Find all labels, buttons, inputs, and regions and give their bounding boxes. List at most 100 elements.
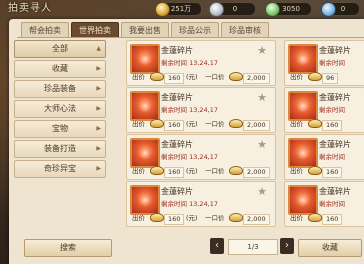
chevron-right-icon: ▶ xyxy=(96,85,101,92)
category-equipment-forging-label: 装备打造 xyxy=(44,144,76,153)
price-row: 出价 160 xyxy=(288,166,364,178)
remaining-time: 剩余时间 xyxy=(319,106,345,114)
bid-label: 出价 xyxy=(290,73,303,81)
item-icon xyxy=(130,138,160,168)
buyout-price: 2,000 xyxy=(243,167,270,178)
category-rare-equipment[interactable]: 珍品装备 ▶ xyxy=(14,80,106,98)
price-row: 出价 160 (元) 一口价 2,000 xyxy=(130,213,272,225)
favorites-button[interactable]: 收藏 xyxy=(298,239,362,257)
tab-treasure-review[interactable]: 珍品审核 xyxy=(221,22,269,38)
chevron-left-icon: ‹ xyxy=(215,240,219,251)
price-row: 出价 160 xyxy=(288,119,364,131)
bid-price: 160 xyxy=(164,73,185,84)
remaining-time: 剩余时间 13,24,17 xyxy=(161,200,219,208)
ingot-icon xyxy=(308,72,322,81)
tab-world-auction[interactable]: 世界拍卖 xyxy=(71,22,119,38)
chevron-right-icon: ▶ xyxy=(96,165,101,172)
bid-unit: (元) xyxy=(186,120,198,128)
listing-card[interactable]: 金蓮碎片 剩余时间 13,24,17 ★ 出价 160 (元) 一口价 2,00… xyxy=(126,134,276,180)
price-row: 出价 160 (元) 一口价 2,000 xyxy=(130,166,272,178)
item-icon xyxy=(288,44,318,74)
ingot-icon xyxy=(150,166,164,175)
top-bar: 拍卖寻人 251万 0 3050 0 xyxy=(0,0,364,18)
currency-jade-value: 3050 xyxy=(282,5,300,13)
previous-page-button[interactable]: ‹ xyxy=(210,238,224,254)
ingot-icon xyxy=(150,213,164,222)
listing-card[interactable]: 金蓮碎片 剩余时间 13,24,17 ★ 出价 160 (元) 一口价 2,00… xyxy=(126,87,276,133)
currency-gold-value: 251万 xyxy=(170,5,192,13)
item-name: 金蓮碎片 xyxy=(319,46,351,55)
item-name: 金蓮碎片 xyxy=(319,93,351,102)
search-button[interactable]: 搜索 xyxy=(24,239,112,257)
price-row: 出价 160 xyxy=(288,213,364,225)
remaining-time: 剩余时间 xyxy=(319,153,345,161)
item-icon xyxy=(288,138,318,168)
favorite-star-icon[interactable]: ★ xyxy=(257,44,267,57)
bid-price: 160 xyxy=(164,167,185,178)
item-icon xyxy=(130,185,160,215)
chevron-right-icon: ▶ xyxy=(96,125,101,132)
chevron-right-icon: ▶ xyxy=(96,105,101,112)
bid-label: 出价 xyxy=(132,120,145,128)
listing-card[interactable]: 金蓮碎片 剩余时间 出价 160 xyxy=(284,181,364,227)
remaining-time: 剩余时间 13,24,17 xyxy=(161,106,219,114)
category-all[interactable]: 全部 ▲ xyxy=(14,40,106,58)
buyout-price: 2,000 xyxy=(243,73,270,84)
tab-divider xyxy=(17,37,364,38)
listing-card[interactable]: 金蓮碎片 剩余时间 13,24,17 ★ 出价 160 (元) 一口价 2,00… xyxy=(126,181,276,227)
currency-pearl: 0 xyxy=(321,2,360,17)
category-treasures-label: 宝物 xyxy=(52,124,68,133)
category-favorites-label: 收藏 xyxy=(52,64,68,73)
chevron-right-icon: ▶ xyxy=(96,65,101,72)
price-row: 出价 96 xyxy=(288,72,364,84)
item-name: 金蓮碎片 xyxy=(161,140,193,149)
item-name: 金蓮碎片 xyxy=(319,187,351,196)
buyout-label: 一口价 xyxy=(205,214,225,222)
currency-jade: 3050 xyxy=(265,2,312,17)
ingot-icon xyxy=(150,72,164,81)
item-name: 金蓮碎片 xyxy=(161,46,193,55)
bid-price: 160 xyxy=(322,167,343,178)
ingot-icon xyxy=(229,72,243,81)
tab-sell[interactable]: 我要出售 xyxy=(121,22,169,38)
pearl-coin-icon xyxy=(321,2,336,17)
tab-treasure-notice[interactable]: 珍品公示 xyxy=(171,22,219,38)
favorite-star-icon[interactable]: ★ xyxy=(257,91,267,104)
listing-card[interactable]: 金蓮碎片 剩余时间 出价 160 xyxy=(284,134,364,180)
favorite-star-icon[interactable]: ★ xyxy=(257,185,267,198)
ingot-icon xyxy=(229,119,243,128)
bid-price: 160 xyxy=(164,120,185,131)
listing-card[interactable]: 金蓮碎片 剩余时间 出价 96 xyxy=(284,40,364,86)
bid-unit: (元) xyxy=(186,167,198,175)
remaining-time: 剩余时间 13,24,17 xyxy=(161,59,219,67)
buyout-label: 一口价 xyxy=(205,167,225,175)
category-rare-treasures[interactable]: 奇珍异宝 ▶ xyxy=(14,160,106,178)
price-row: 出价 160 (元) 一口价 2,000 xyxy=(130,119,272,131)
collapse-arrow-icon: ▲ xyxy=(96,45,101,52)
remaining-time: 剩余时间 13,24,17 xyxy=(161,153,219,161)
window-title: 拍卖寻人 xyxy=(8,3,52,14)
category-rare-treasures-label: 奇珍异宝 xyxy=(44,164,76,173)
listing-card[interactable]: 金蓮碎片 剩余时间 13,24,17 ★ 出价 160 (元) 一口价 2,00… xyxy=(126,40,276,86)
category-treasures[interactable]: 宝物 ▶ xyxy=(14,120,106,138)
category-favorites[interactable]: 收藏 ▶ xyxy=(14,60,106,78)
item-name: 金蓮碎片 xyxy=(161,93,193,102)
tab-guild-auction[interactable]: 帮会拍卖 xyxy=(21,22,69,38)
currency-gold: 251万 xyxy=(155,2,202,17)
category-all-label: 全部 xyxy=(52,44,68,53)
category-equipment-forging[interactable]: 装备打造 ▶ xyxy=(14,140,106,158)
favorite-star-icon[interactable]: ★ xyxy=(257,138,267,151)
next-page-button[interactable]: › xyxy=(280,238,294,254)
currency-silver-value: 0 xyxy=(232,5,238,13)
remaining-time: 剩余时间 xyxy=(319,200,345,208)
bid-label: 出价 xyxy=(290,214,303,222)
chevron-right-icon: › xyxy=(285,240,289,251)
item-icon xyxy=(288,185,318,215)
currency-silver: 0 xyxy=(209,2,256,17)
listing-card[interactable]: 金蓮碎片 剩余时间 出价 160 xyxy=(284,87,364,133)
category-master-skills[interactable]: 大师心法 ▶ xyxy=(14,100,106,118)
bid-label: 出价 xyxy=(290,120,303,128)
buyout-label: 一口价 xyxy=(205,73,225,81)
bid-price: 96 xyxy=(322,73,339,84)
bid-unit: (元) xyxy=(186,73,198,81)
